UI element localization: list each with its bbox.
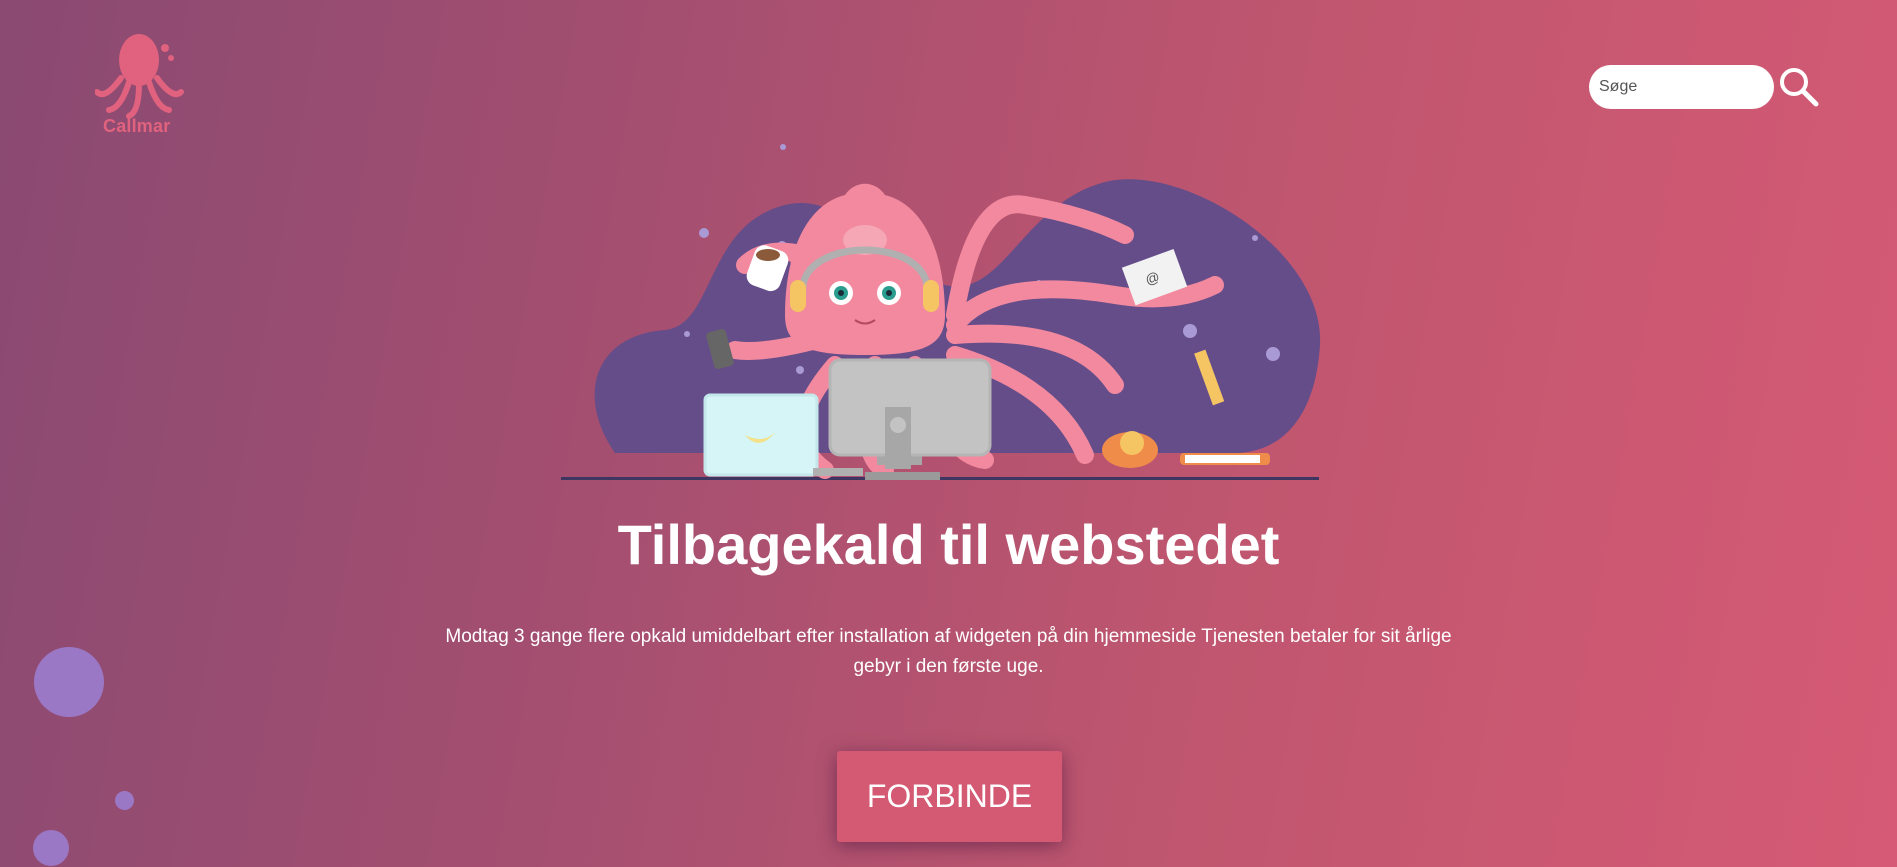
hero-description: Modtag 3 gange flere opkald umiddelbart … — [445, 626, 1452, 677]
octopus-icon — [95, 34, 184, 119]
brand-name: Callmar — [103, 116, 171, 136]
decorative-bubble — [115, 791, 134, 810]
decorative-bubble — [33, 830, 69, 866]
logo[interactable]: Callmar — [95, 30, 185, 140]
octopus-call-center-illustration: @ — [555, 135, 1335, 485]
page-title: Tilbagekald til webstedet — [617, 513, 1280, 576]
decorative-bubble — [34, 647, 104, 717]
search-input[interactable] — [1589, 65, 1774, 109]
magnifier-icon — [1780, 68, 1819, 107]
connect-button[interactable]: FORBINDE — [837, 751, 1062, 842]
search-button[interactable] — [1777, 65, 1821, 109]
search-box — [1589, 65, 1819, 109]
